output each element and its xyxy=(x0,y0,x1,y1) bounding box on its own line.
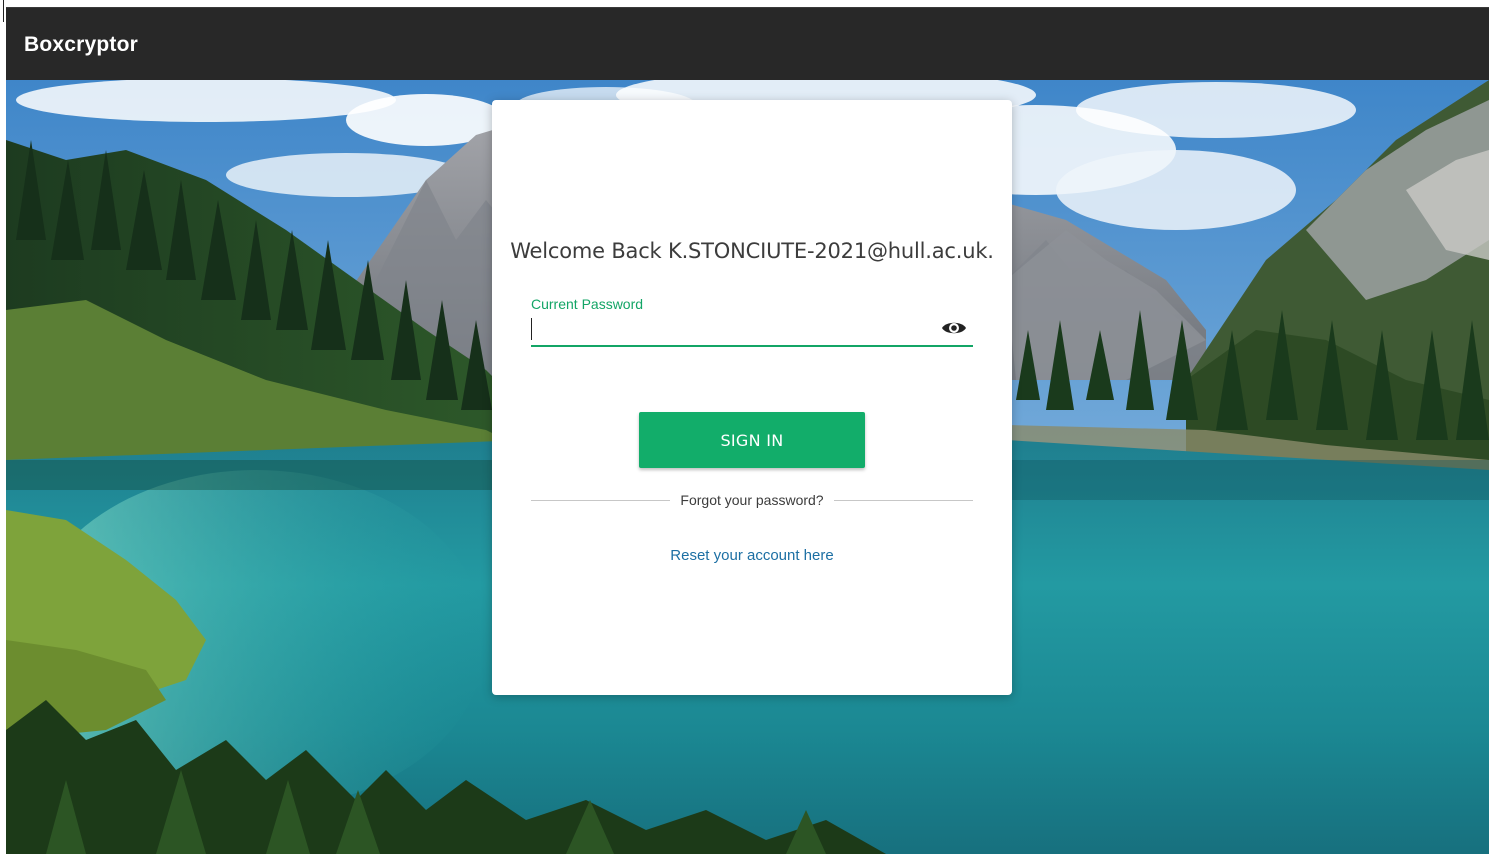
password-label: Current Password xyxy=(531,296,644,312)
title-bar: Boxcryptor xyxy=(6,7,1489,80)
app-title: Boxcryptor xyxy=(24,33,139,56)
reset-account-link[interactable]: Reset your account here xyxy=(492,547,1012,564)
password-underline xyxy=(531,345,973,347)
forgot-password-label: Forgot your password? xyxy=(670,492,834,508)
app-window: Boxcryptor Welcome Back K.STONCIUTE-2021… xyxy=(6,7,1489,854)
welcome-message: Welcome Back K.STONCIUTE-2021@hull.ac.uk… xyxy=(510,239,994,263)
forgot-password-text: Forgot your password? xyxy=(492,492,1012,508)
eye-icon[interactable] xyxy=(940,317,968,339)
login-card: Welcome Back K.STONCIUTE-2021@hull.ac.uk… xyxy=(492,100,1012,695)
sign-in-button[interactable]: SIGN IN xyxy=(639,412,865,468)
input-caret xyxy=(531,318,532,340)
password-input[interactable] xyxy=(531,314,931,344)
text-cursor-artifact xyxy=(3,0,4,22)
